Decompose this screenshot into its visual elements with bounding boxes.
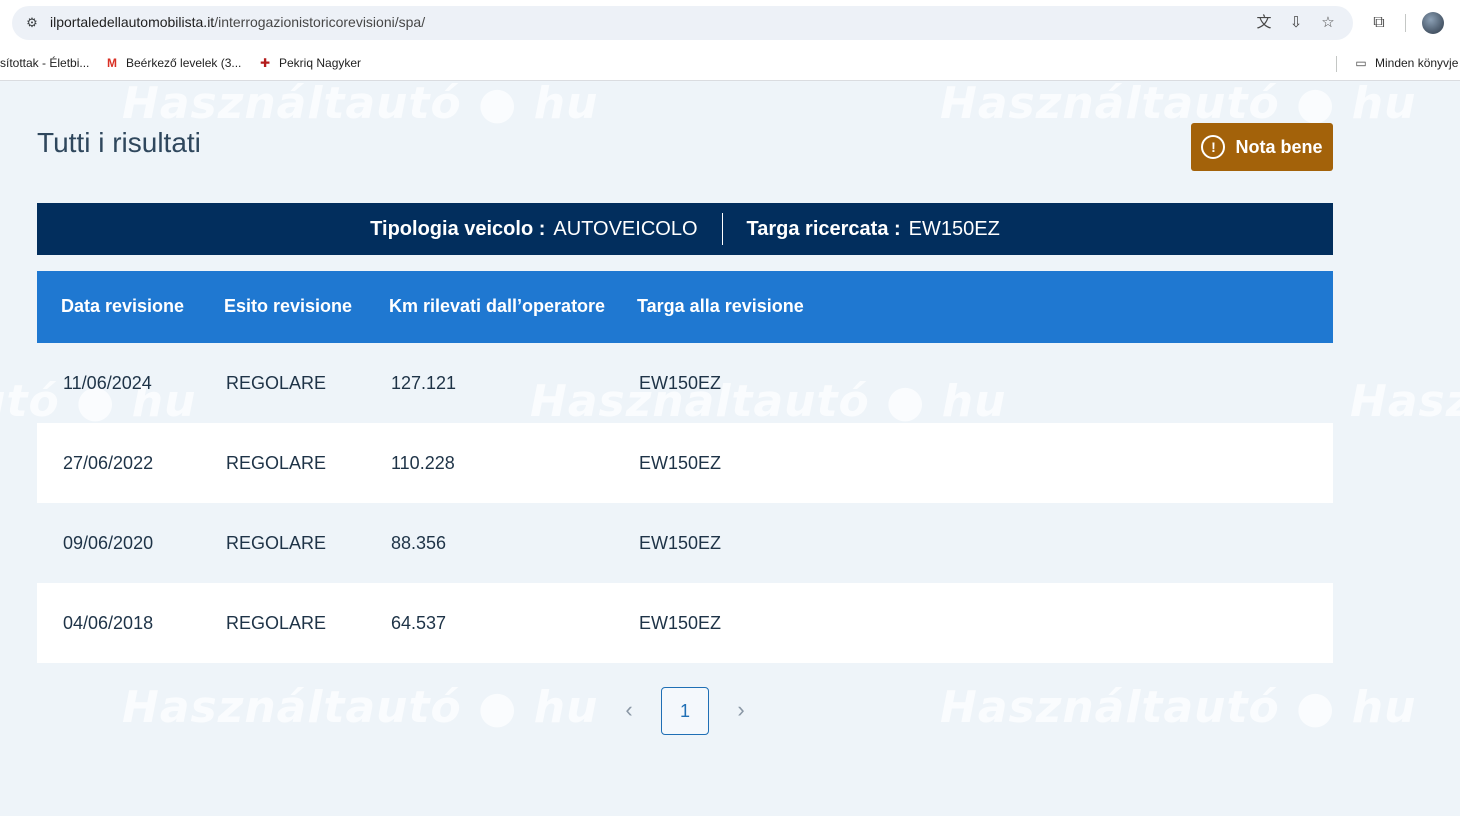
- gmail-icon: M: [107, 56, 117, 70]
- column-header-esito: Esito revisione: [224, 296, 353, 316]
- cell-esito: REGOLARE: [226, 533, 327, 553]
- url-path: /interrogazionistoricorevisioni/spa/: [214, 14, 426, 30]
- toolbar-divider: [1405, 14, 1406, 32]
- cell-esito: REGOLARE: [226, 613, 327, 633]
- translate-icon[interactable]: 文: [1254, 13, 1274, 33]
- watermark: Használtautó ● hu: [940, 682, 1417, 733]
- cell-esito: REGOLARE: [226, 373, 327, 393]
- targa-label: Targa ricercata :: [746, 217, 901, 240]
- bookmark-label: Beérkező levelek (3...: [126, 56, 242, 70]
- bookmark-label: Pekriq Nagyker: [279, 56, 362, 70]
- cell-targa: EW150EZ: [639, 613, 722, 633]
- exclamation-icon: !: [1201, 135, 1226, 159]
- watermark: Használtautó ● hu: [1350, 376, 1460, 427]
- cell-data: 27/06/2022: [63, 453, 154, 473]
- folder-icon: ▭: [1355, 56, 1367, 70]
- bookmark-label: sítottak - Életbi...: [0, 56, 90, 70]
- tipologia-value: AUTOVEICOLO: [553, 217, 698, 240]
- cell-targa: EW150EZ: [639, 533, 722, 553]
- install-icon[interactable]: ⇩: [1286, 13, 1306, 33]
- pagination-next-button[interactable]: ›: [729, 698, 753, 722]
- site-info-icon[interactable]: ⚙: [22, 13, 42, 33]
- watermark: Használtautó ● hu: [940, 82, 1417, 129]
- page-content: Használtautó ● hu Használtautó ● hu Hasz…: [0, 82, 1460, 816]
- bookmark-item-pekriq[interactable]: ✚ Pekriq Nagyker: [257, 53, 361, 73]
- bookmark-item-gmail[interactable]: M Beérkező levelek (3...: [104, 53, 241, 73]
- cell-km: 127.121: [391, 373, 457, 393]
- table-header: Data revisione Esito revisione Km rileva…: [37, 271, 1333, 343]
- cell-data: 04/06/2018: [63, 613, 154, 633]
- column-header-km: Km rilevati dall’operatore: [389, 296, 606, 316]
- bookmark-item[interactable]: sítottak - Életbi...: [0, 53, 89, 73]
- vehicle-info-bar: Tipologia veicolo : AUTOVEICOLO Targa ri…: [37, 203, 1333, 255]
- cell-esito: REGOLARE: [226, 453, 327, 473]
- url-text[interactable]: ilportaledellautomobilista.it/interrogaz…: [50, 14, 425, 30]
- table-row: 09/06/2020 REGOLARE 88.356 EW150EZ: [37, 503, 1333, 583]
- page-title: Tutti i risultati: [37, 127, 201, 158]
- pekriq-icon: ✚: [259, 56, 271, 70]
- bookmarks-divider: [1336, 56, 1337, 72]
- nota-bene-button[interactable]: ! Nota bene: [1191, 123, 1333, 171]
- all-bookmarks-label: Minden könyvje: [1375, 56, 1459, 70]
- profile-avatar[interactable]: [1422, 12, 1444, 34]
- cell-data: 11/06/2024: [63, 373, 152, 393]
- table-row: 04/06/2018 REGOLARE 64.537 EW150EZ: [37, 583, 1333, 663]
- extensions-icon[interactable]: ⧉: [1368, 12, 1390, 34]
- watermark: Használtautó ● hu: [122, 82, 599, 129]
- watermark: Használtautó ● hu: [122, 682, 599, 733]
- nota-bene-label: Nota bene: [1235, 136, 1323, 157]
- cell-targa: EW150EZ: [639, 373, 722, 393]
- tipologia-label: Tipologia veicolo :: [370, 217, 546, 240]
- all-bookmarks-folder[interactable]: ▭ Minden könyvje: [1353, 53, 1458, 73]
- info-divider: [721, 213, 723, 245]
- targa-value: EW150EZ: [908, 217, 1000, 240]
- pagination-prev-button[interactable]: ‹: [617, 698, 641, 722]
- star-icon[interactable]: ☆: [1318, 13, 1338, 33]
- cell-data: 09/06/2020: [63, 533, 154, 553]
- cell-km: 110.228: [391, 453, 455, 473]
- address-bar[interactable]: ⚙ ilportaledellautomobilista.it/interrog…: [12, 6, 1353, 40]
- table-row: 11/06/2024 REGOLARE 127.121 EW150EZ: [37, 343, 1333, 423]
- column-header-data: Data revisione: [61, 296, 185, 316]
- cell-km: 64.537: [391, 613, 447, 633]
- cell-km: 88.356: [391, 533, 447, 553]
- table-row: 27/06/2022 REGOLARE 110.228 EW150EZ: [37, 423, 1333, 503]
- browser-toolbar: ⚙ ilportaledellautomobilista.it/interrog…: [0, 0, 1460, 46]
- pagination-page-1[interactable]: 1: [661, 687, 709, 735]
- cell-targa: EW150EZ: [639, 453, 722, 473]
- bookmarks-bar: sítottak - Életbi... M Beérkező levelek …: [0, 46, 1460, 81]
- url-host: ilportaledellautomobilista.it: [50, 14, 215, 30]
- column-header-targa: Targa alla revisione: [637, 296, 804, 316]
